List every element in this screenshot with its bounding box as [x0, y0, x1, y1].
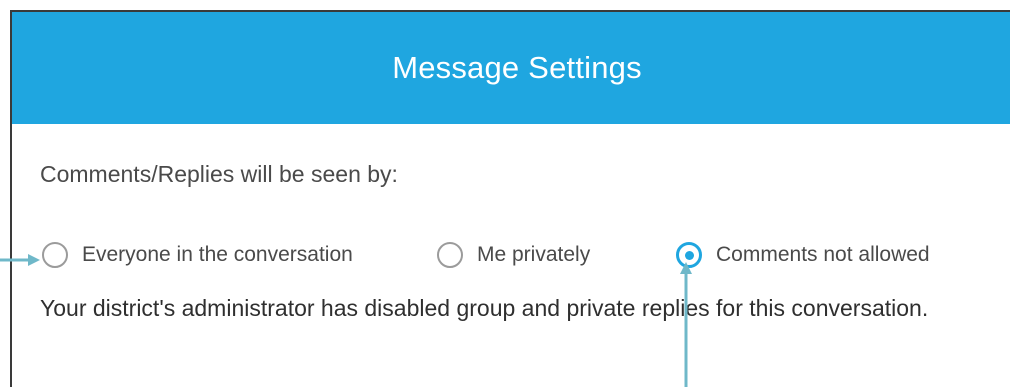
radio-label-me-privately: Me privately — [477, 243, 591, 266]
radio-option-everyone[interactable]: Everyone in the conversation — [42, 238, 353, 272]
admin-disabled-notice: Your district's administrator has disabl… — [40, 295, 929, 321]
annotation-arrow-right-icon — [0, 254, 40, 266]
annotation-arrow-up-icon — [680, 262, 692, 387]
dialog-title: Message Settings — [392, 50, 642, 85]
dialog-header: Message Settings — [12, 12, 1010, 124]
comments-visibility-label: Comments/Replies will be seen by: — [40, 161, 398, 187]
message-settings-dialog: Message Settings Comments/Replies will b… — [10, 10, 1010, 387]
radio-button-everyone[interactable] — [42, 242, 68, 268]
radio-label-comments-not-allowed: Comments not allowed — [716, 243, 930, 266]
radio-option-me-privately[interactable]: Me privately — [437, 238, 590, 272]
radio-button-me-privately[interactable] — [437, 242, 463, 268]
radio-label-everyone: Everyone in the conversation — [82, 243, 353, 266]
screenshot-stage: Message Settings Comments/Replies will b… — [0, 0, 1010, 387]
radio-option-comments-not-allowed[interactable]: Comments not allowed — [676, 238, 930, 272]
